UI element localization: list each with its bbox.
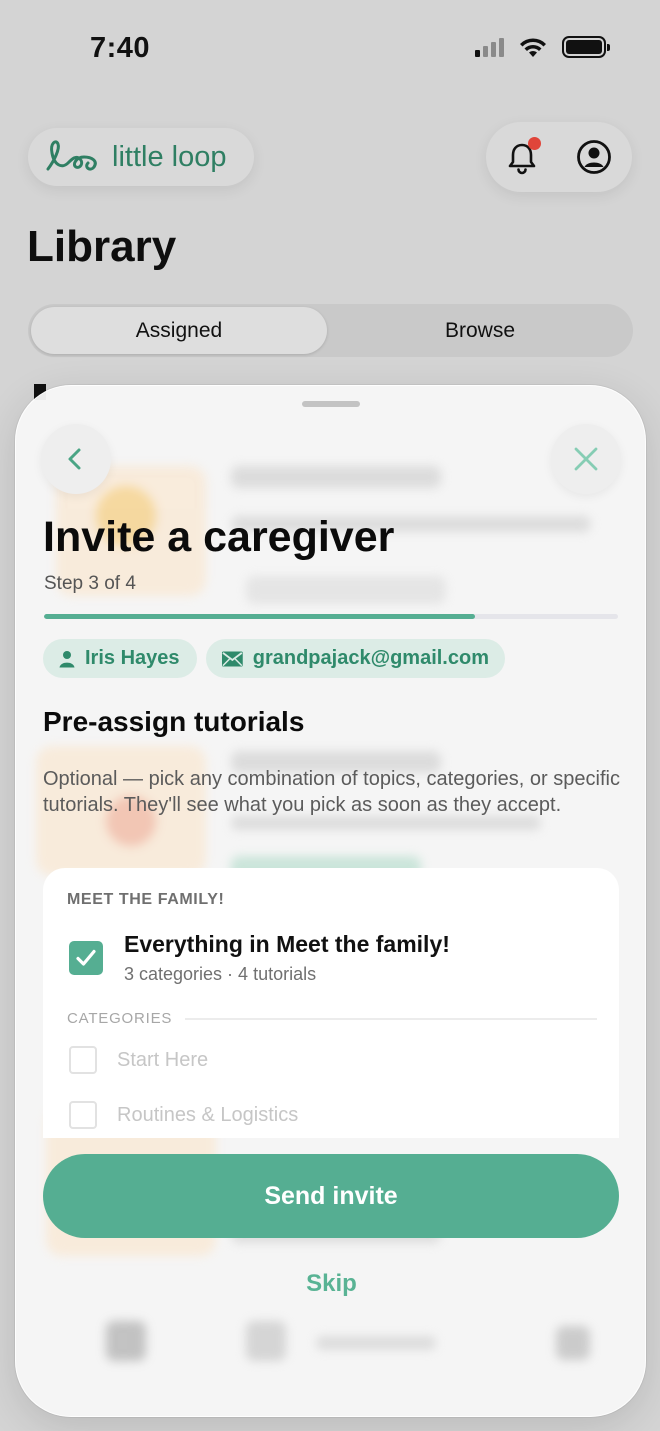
back-chevron-icon [68,448,81,470]
profile-icon[interactable] [576,139,612,175]
page-title: Library [27,222,177,271]
categories-label: CATEGORIES [67,1010,173,1027]
tab-assigned[interactable]: Assigned [31,307,327,354]
section-description: Optional — pick any combination of topic… [43,768,620,816]
brand-name: little loop [112,140,227,173]
categories-divider [185,1018,597,1020]
category-start-here[interactable]: Start Here [69,1046,208,1074]
category-checkbox[interactable] [69,1101,97,1129]
section-title: Pre-assign tutorials [43,706,305,737]
topic-eyebrow: MEET THE FAMILY! [67,891,225,908]
notification-badge [528,137,541,150]
step-indicator: Step 3 of 4 [44,573,136,594]
battery-icon [562,36,610,58]
header-actions [486,122,632,192]
category-label: Start Here [117,1048,209,1071]
sheet-title: Invite a caregiver [43,513,395,561]
status-time: 7:40 [90,32,151,64]
back-button[interactable] [41,424,111,494]
recipient-name-chip: Iris Hayes [43,639,197,678]
everything-checkbox[interactable] [69,941,103,975]
topic-card: MEET THE FAMILY! Everything in Meet the … [43,868,619,1138]
person-icon [59,650,75,667]
close-button[interactable] [551,424,621,494]
tab-browse[interactable]: Browse [330,307,630,354]
recipient-name: Iris Hayes [85,647,180,669]
brand-logo[interactable]: little loop [28,128,254,186]
send-invite-button[interactable]: Send invite [43,1154,619,1238]
wifi-icon [520,38,546,57]
library-tab-switcher: Assigned Browse [28,304,633,357]
recipient-email-chip: grandpajack@gmail.com [206,639,505,678]
cellular-signal-icon [475,37,504,57]
status-icons [475,36,610,58]
category-routines-logistics[interactable]: Routines & Logistics [69,1101,298,1129]
category-label: Routines & Logistics [117,1103,299,1126]
recipient-email: grandpajack@gmail.com [252,647,489,669]
progress-fill [44,614,475,619]
everything-sublabel: 3 categories · 4 tutorials [124,964,317,984]
check-icon [76,949,96,966]
sheet-grabber[interactable] [302,401,360,407]
loop-logo-icon [46,140,97,171]
skip-button[interactable]: Skip [16,1270,645,1298]
mail-icon [222,650,243,667]
progress-bar [44,614,618,619]
invite-caregiver-sheet: Invite a caregiver Step 3 of 4 Iris Haye… [15,385,646,1417]
close-icon [574,447,598,471]
status-bar: 7:40 [0,0,660,100]
everything-label[interactable]: Everything in Meet the family! [124,931,450,958]
category-checkbox[interactable] [69,1046,97,1074]
